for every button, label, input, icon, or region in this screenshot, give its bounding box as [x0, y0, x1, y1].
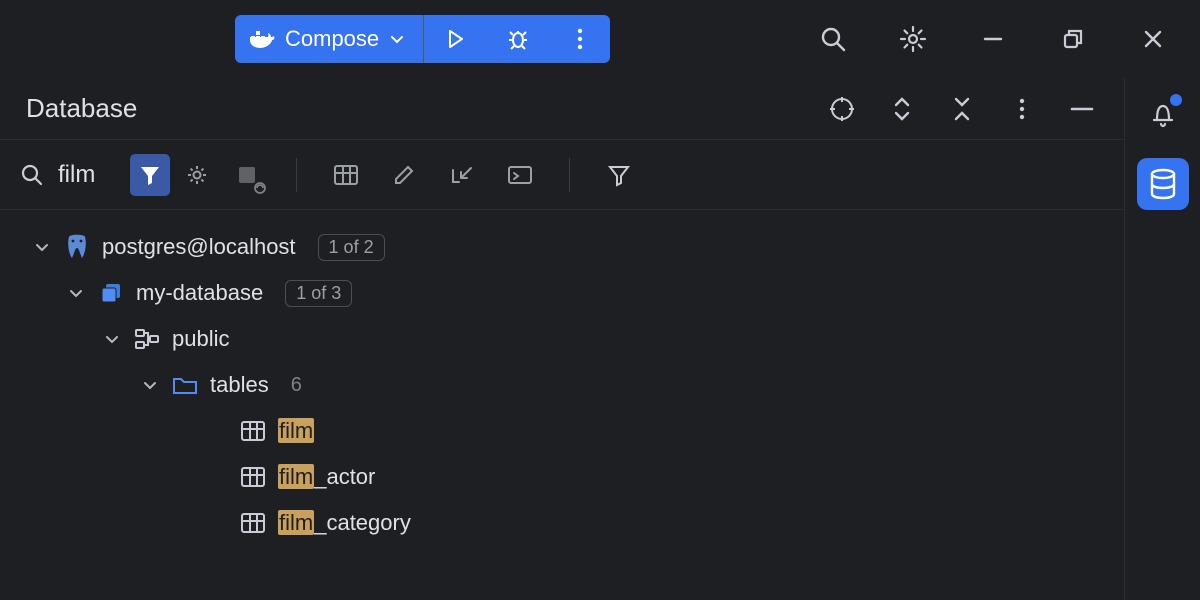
notification-dot — [1170, 94, 1182, 106]
tree-tables-row[interactable]: tables 6 — [0, 362, 1123, 408]
datasource-properties-icon[interactable] — [180, 158, 214, 192]
database-stack-icon — [98, 281, 124, 305]
filter-outline-icon[interactable] — [602, 158, 636, 192]
console-icon[interactable] — [503, 158, 537, 192]
chevron-down-icon — [66, 285, 86, 301]
connection-label: postgres@localhost — [102, 234, 296, 260]
compose-run-config[interactable]: Compose — [235, 15, 423, 63]
postgres-icon — [64, 234, 90, 260]
database-label: my-database — [136, 280, 263, 306]
table-icon — [240, 512, 266, 534]
run-button[interactable] — [424, 15, 486, 63]
table-row[interactable]: film_actor — [0, 454, 1123, 500]
filter-toggle-active[interactable] — [130, 154, 170, 196]
right-tool-strip — [1124, 78, 1200, 600]
search-icon — [20, 163, 44, 187]
connection-badge: 1 of 2 — [318, 234, 385, 261]
tree-connection-row[interactable]: postgres@localhost 1 of 2 — [0, 224, 1123, 270]
search-wrap — [20, 154, 120, 196]
separator — [296, 158, 297, 192]
database-badge: 1 of 3 — [285, 280, 352, 307]
tool-icons — [230, 158, 636, 192]
target-icon[interactable] — [825, 92, 859, 126]
tree-database-row[interactable]: my-database 1 of 3 — [0, 270, 1123, 316]
tables-count: 6 — [291, 374, 302, 397]
stop-icon[interactable] — [230, 158, 264, 192]
tree-schema-row[interactable]: public — [0, 316, 1123, 362]
run-actions — [424, 15, 610, 63]
main-toolbar: Compose — [0, 0, 1200, 78]
table-icon — [240, 466, 266, 488]
notifications-button[interactable] — [1146, 96, 1180, 130]
hide-panel-button[interactable] — [1065, 92, 1099, 126]
compose-label: Compose — [285, 26, 379, 52]
table-row[interactable]: film — [0, 408, 1123, 454]
more-run-options[interactable] — [548, 15, 610, 63]
database-toolwindow-button[interactable] — [1137, 158, 1189, 210]
window-restore[interactable] — [1056, 22, 1090, 56]
window-controls-group — [816, 22, 1180, 56]
window-close[interactable] — [1136, 22, 1170, 56]
run-config-group: Compose — [235, 15, 610, 63]
search-everywhere-button[interactable] — [816, 22, 850, 56]
tables-label: tables — [210, 372, 269, 398]
table-icon — [240, 420, 266, 442]
chevron-down-icon — [389, 31, 405, 47]
chevron-down-icon — [140, 377, 160, 393]
database-tree: postgres@localhost 1 of 2 my-database 1 … — [0, 210, 1123, 546]
database-toolbar — [0, 140, 1123, 210]
panel-options[interactable] — [1005, 92, 1039, 126]
schema-label: public — [172, 326, 229, 352]
panel-title: Database — [26, 93, 137, 124]
docker-icon — [249, 28, 275, 50]
debug-button[interactable] — [486, 15, 548, 63]
panel-header-actions — [825, 92, 1099, 126]
table-icon[interactable] — [329, 158, 363, 192]
jump-to-source-icon[interactable] — [445, 158, 479, 192]
table-name: film_category — [278, 510, 411, 536]
expand-collapse-icon[interactable] — [885, 92, 919, 126]
window-minimize[interactable] — [976, 22, 1010, 56]
database-panel-header: Database — [0, 78, 1123, 140]
search-input[interactable] — [58, 161, 120, 189]
settings-button[interactable] — [896, 22, 930, 56]
chevron-down-icon — [102, 331, 122, 347]
schema-icon — [134, 328, 160, 350]
edit-icon[interactable] — [387, 158, 421, 192]
table-name: film — [278, 418, 314, 444]
folder-icon — [172, 374, 198, 396]
table-name: film_actor — [278, 464, 375, 490]
collapse-all-icon[interactable] — [945, 92, 979, 126]
table-row[interactable]: film_category — [0, 500, 1123, 546]
separator — [569, 158, 570, 192]
chevron-down-icon — [32, 239, 52, 255]
